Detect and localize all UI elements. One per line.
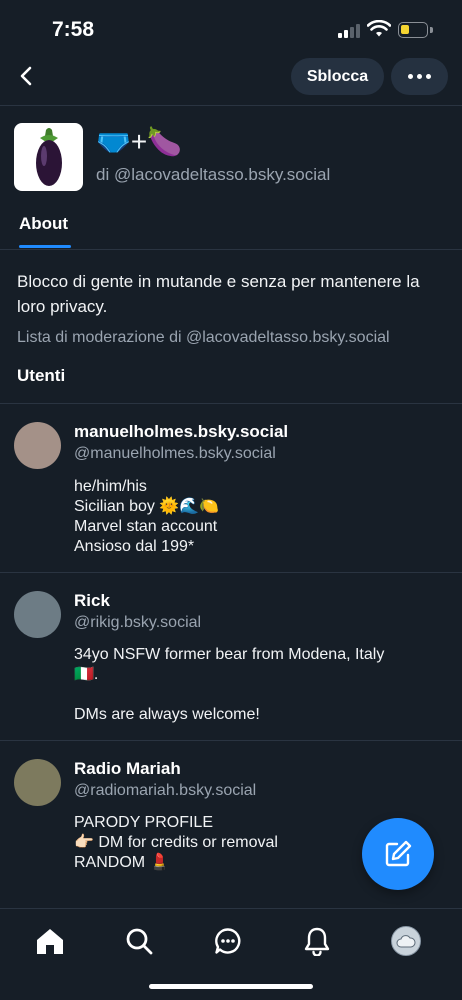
list-title: 🩲+🍆 xyxy=(96,126,183,157)
user-display-name: Radio Mariah xyxy=(74,759,181,778)
user-handle: @manuelholmes.bsky.social xyxy=(74,445,276,462)
home-icon xyxy=(37,929,63,954)
user-avatar[interactable] xyxy=(14,422,61,469)
user-display-name: Rick xyxy=(74,591,110,610)
battery-cap xyxy=(430,27,433,33)
compose-icon xyxy=(385,840,412,867)
home-indicator[interactable] xyxy=(149,984,313,989)
users-heading: Utenti xyxy=(17,366,66,385)
list-creator[interactable]: di @lacovadeltasso.bsky.social xyxy=(96,165,330,185)
user-row[interactable]: Rick @rikig.bsky.social 34yo NSFW former… xyxy=(0,572,462,740)
user-handle: @radiomariah.bsky.social xyxy=(74,782,257,799)
nav-notifications[interactable] xyxy=(301,925,333,957)
nav-chat[interactable] xyxy=(212,925,244,957)
back-button[interactable] xyxy=(12,62,40,90)
bell-icon xyxy=(304,927,330,956)
ellipsis-icon xyxy=(408,74,413,79)
user-display-name: manuelholmes.bsky.social xyxy=(74,422,289,441)
user-bio: 34yo NSFW former bear from Modena, Italy… xyxy=(74,646,385,723)
chevron-left-icon xyxy=(20,66,32,86)
user-bio: he/him/his Sicilian boy 🌞🌊🍋 Marvel stan … xyxy=(74,478,220,555)
eggplant-icon xyxy=(35,128,62,186)
user-avatar[interactable] xyxy=(14,759,61,806)
tab-active-indicator xyxy=(19,245,71,248)
battery-icon xyxy=(398,22,428,38)
moderation-list-label: Lista di moderazione di @lacovadeltasso.… xyxy=(17,329,390,346)
cellular-signal-icon xyxy=(338,24,362,38)
nav-search[interactable] xyxy=(123,925,155,957)
unblock-button[interactable]: Sblocca xyxy=(291,58,384,95)
chat-icon xyxy=(215,928,241,954)
tab-bar: About xyxy=(0,206,462,250)
tab-about[interactable]: About xyxy=(19,214,68,234)
user-avatar[interactable] xyxy=(14,591,61,638)
user-row[interactable]: manuelholmes.bsky.social @manuelholmes.b… xyxy=(0,403,462,572)
status-bar: 7:58 xyxy=(0,0,462,54)
cloud-avatar-icon xyxy=(396,935,416,948)
status-time: 7:58 xyxy=(52,18,95,41)
list-description: Blocco di gente in mutande e senza per m… xyxy=(17,272,420,316)
user-handle: @rikig.bsky.social xyxy=(74,614,202,631)
nav-profile[interactable] xyxy=(390,925,422,957)
top-bar: Sblocca xyxy=(0,54,462,106)
wifi-icon xyxy=(367,20,391,37)
profile-avatar xyxy=(391,926,421,956)
search-icon xyxy=(126,928,153,955)
compose-button[interactable] xyxy=(362,818,434,890)
nav-home[interactable] xyxy=(34,925,66,957)
more-options-button[interactable] xyxy=(391,58,448,95)
list-avatar xyxy=(14,123,83,191)
